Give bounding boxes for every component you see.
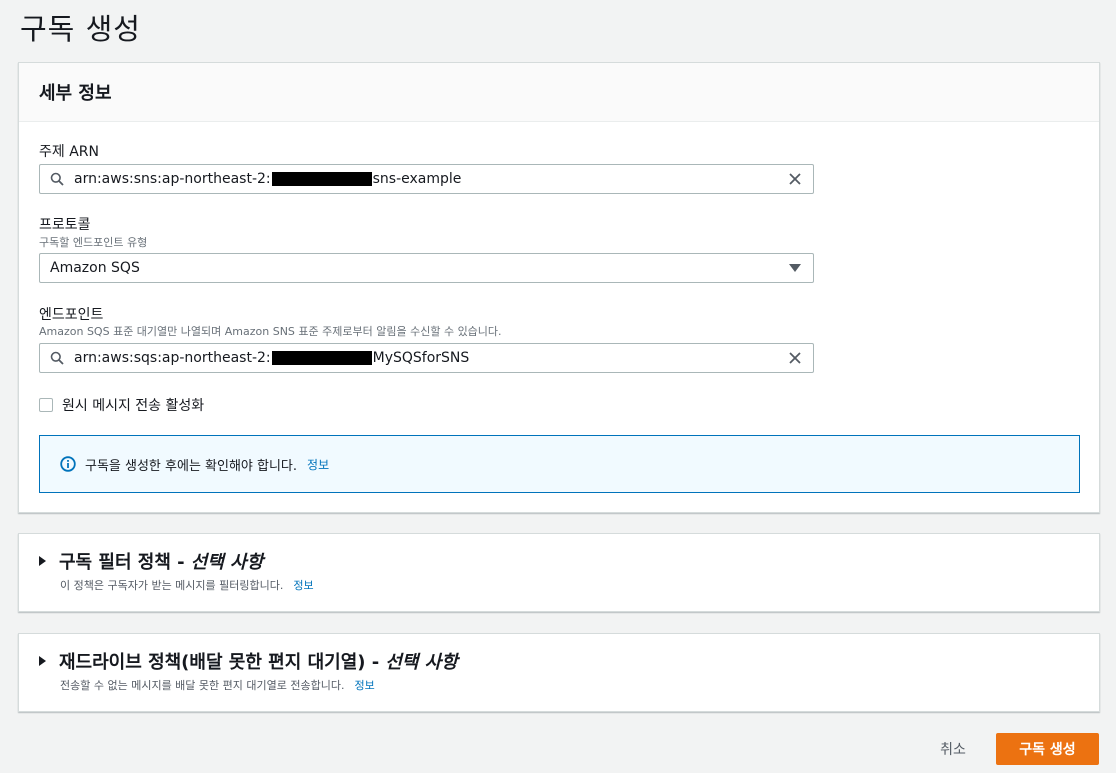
- redrive-policy-description-row: 전송할 수 없는 메시지를 배달 못한 편지 대기열로 전송합니다. 정보: [60, 677, 375, 693]
- info-icon: [60, 456, 76, 472]
- raw-message-option[interactable]: 원시 메시지 전송 활성화: [39, 395, 204, 415]
- topic-arn-suffix: sns-example: [372, 171, 462, 187]
- clear-icon[interactable]: [777, 172, 813, 186]
- protocol-label: 프로토콜: [39, 217, 91, 233]
- cancel-button[interactable]: 취소: [924, 735, 982, 763]
- topic-arn-label: 주제 ARN: [39, 144, 99, 160]
- info-link[interactable]: 정보: [307, 456, 329, 473]
- search-icon: [40, 351, 74, 365]
- filter-policy-panel[interactable]: 구독 필터 정책 - 선택 사항 이 정책은 구독자가 받는 메시지를 필터링합…: [18, 533, 1100, 612]
- filter-policy-info-link[interactable]: 정보: [293, 577, 313, 593]
- redrive-policy-info-link[interactable]: 정보: [354, 677, 374, 693]
- topic-arn-value: arn:aws:sns:ap-northeast-2: sns-example: [74, 171, 777, 187]
- filter-policy-title: 구독 필터 정책 -: [59, 552, 185, 573]
- page-title: 구독 생성: [20, 12, 141, 46]
- topic-arn-input[interactable]: arn:aws:sns:ap-northeast-2: sns-example: [39, 164, 814, 194]
- filter-policy-description-row: 이 정책은 구독자가 받는 메시지를 필터링합니다. 정보: [60, 577, 314, 593]
- search-icon: [40, 172, 74, 186]
- info-alert-text: 구독을 생성한 후에는 확인해야 합니다.: [85, 458, 298, 474]
- protocol-selected-value: Amazon SQS: [50, 260, 140, 276]
- redrive-policy-toggle[interactable]: 재드라이브 정책(배달 못한 편지 대기열) - 선택 사항: [39, 648, 458, 674]
- protocol-select[interactable]: Amazon SQS: [39, 253, 814, 283]
- details-panel-header: 세부 정보: [19, 63, 1099, 122]
- filter-policy-optional: 선택 사항: [190, 552, 264, 573]
- redrive-policy-panel[interactable]: 재드라이브 정책(배달 못한 편지 대기열) - 선택 사항 전송할 수 없는 …: [18, 633, 1100, 712]
- filter-policy-description: 이 정책은 구독자가 받는 메시지를 필터링합니다.: [60, 579, 284, 592]
- raw-message-checkbox[interactable]: [39, 398, 53, 412]
- endpoint-description: Amazon SQS 표준 대기열만 나열되며 Amazon SNS 표준 주제…: [39, 325, 502, 338]
- endpoint-suffix: MySQSforSNS: [372, 350, 470, 366]
- endpoint-value: arn:aws:sqs:ap-northeast-2: MySQSforSNS: [74, 350, 777, 366]
- redrive-policy-optional: 선택 사항: [385, 652, 458, 673]
- caret-down-icon: [777, 264, 813, 272]
- redrive-policy-title: 재드라이브 정책(배달 못한 편지 대기열) -: [59, 652, 380, 673]
- redacted-account-id: [271, 351, 372, 365]
- endpoint-input[interactable]: arn:aws:sqs:ap-northeast-2: MySQSforSNS: [39, 343, 814, 373]
- raw-message-label: 원시 메시지 전송 활성화: [62, 398, 205, 414]
- redrive-policy-description: 전송할 수 없는 메시지를 배달 못한 편지 대기열로 전송합니다.: [60, 679, 345, 692]
- endpoint-label: 엔드포인트: [39, 307, 104, 323]
- protocol-description: 구독할 엔드포인트 유형: [39, 236, 148, 249]
- endpoint-prefix: arn:aws:sqs:ap-northeast-2:: [74, 350, 271, 366]
- caret-right-icon: [39, 656, 46, 666]
- caret-right-icon: [39, 556, 46, 566]
- clear-icon[interactable]: [777, 351, 813, 365]
- create-subscription-button[interactable]: 구독 생성: [996, 733, 1099, 765]
- info-alert: 구독을 생성한 후에는 확인해야 합니다. 정보: [39, 435, 1080, 493]
- redacted-account-id: [271, 172, 372, 186]
- topic-arn-prefix: arn:aws:sns:ap-northeast-2:: [74, 171, 271, 187]
- filter-policy-toggle[interactable]: 구독 필터 정책 - 선택 사항: [39, 548, 263, 574]
- details-panel: 세부 정보 주제 ARN arn:aws:sns:ap-northeast-2:…: [18, 62, 1100, 513]
